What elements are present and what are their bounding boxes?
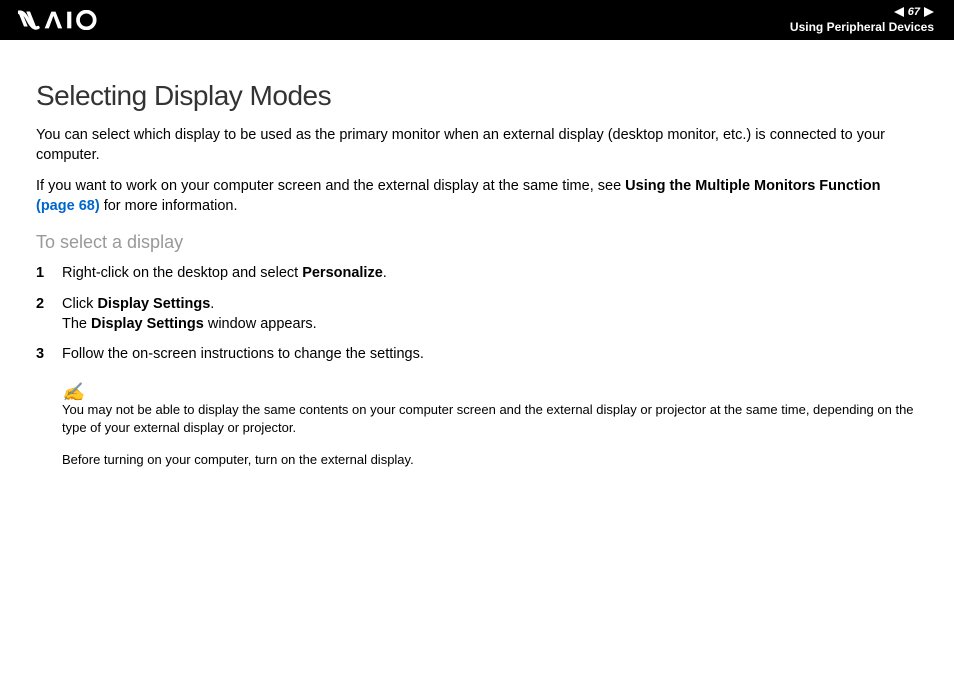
step-item: 3 Follow the on-screen instructions to c… (36, 344, 918, 364)
note-text-2: Before turning on your computer, turn on… (62, 451, 918, 469)
sub-heading: To select a display (36, 232, 918, 253)
note-icon: ✍ (62, 382, 918, 403)
page-link[interactable]: (page 68) (36, 198, 100, 214)
content-area: Selecting Display Modes You can select w… (0, 40, 954, 502)
prev-page-icon[interactable] (894, 7, 904, 17)
page-number: 67 (908, 6, 920, 18)
next-page-icon[interactable] (924, 7, 934, 17)
step-number: 3 (36, 344, 62, 364)
intro-paragraph-1: You can select which display to be used … (36, 126, 918, 165)
page-heading: Selecting Display Modes (36, 80, 918, 112)
header-right: 67 Using Peripheral Devices (790, 6, 934, 34)
step-number: 2 (36, 294, 62, 335)
step-item: 1 Right-click on the desktop and select … (36, 263, 918, 283)
steps-list: 1 Right-click on the desktop and select … (36, 263, 918, 364)
step-number: 1 (36, 263, 62, 283)
intro2-pre: If you want to work on your computer scr… (36, 178, 625, 194)
note-text-1: You may not be able to display the same … (62, 401, 918, 436)
note-section: ✍ You may not be able to display the sam… (62, 382, 918, 468)
step-text: Right-click on the desktop and select Pe… (62, 263, 918, 283)
section-title: Using Peripheral Devices (790, 20, 934, 34)
step-item: 2 Click Display Settings. The Display Se… (36, 294, 918, 335)
vaio-logo (18, 0, 118, 40)
intro-paragraph-2: If you want to work on your computer scr… (36, 177, 918, 216)
step-text: Click Display Settings. The Display Sett… (62, 294, 918, 335)
step-text: Follow the on-screen instructions to cha… (62, 344, 918, 364)
intro2-bold: Using the Multiple Monitors Function (625, 178, 880, 194)
page-nav: 67 (894, 6, 934, 18)
intro2-post: for more information. (100, 198, 238, 214)
header-bar: 67 Using Peripheral Devices (0, 0, 954, 40)
